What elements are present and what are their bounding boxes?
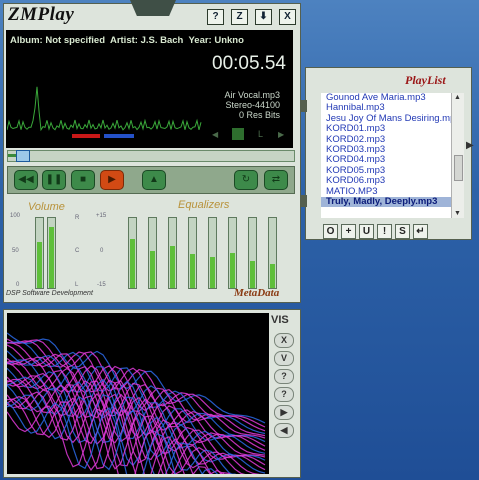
window-notch <box>130 0 176 16</box>
dock-connector <box>301 100 307 112</box>
eq-scale-mid: 0 <box>100 248 103 254</box>
volume-ch-c: C <box>75 248 79 254</box>
info-button[interactable]: ! <box>377 224 392 239</box>
scroll-down-icon[interactable]: ▼ <box>454 210 461 217</box>
eq-band-slider[interactable] <box>208 217 217 289</box>
eq-band-slider[interactable] <box>128 217 137 289</box>
rewind-icon[interactable]: ◀◀ <box>14 170 38 190</box>
repeat-icon[interactable]: ↻ <box>234 170 258 190</box>
right-level-meter <box>104 134 134 138</box>
vis-help2-button[interactable]: ? <box>274 387 294 402</box>
playlist-item[interactable]: KORD01.mp3 <box>321 124 451 134</box>
zoom-button[interactable]: Z <box>231 9 248 25</box>
eq-band-slider[interactable] <box>148 217 157 289</box>
vis-label: VIS <box>271 314 289 326</box>
eq-band-slider[interactable] <box>248 217 257 289</box>
eq-scale-top: +15 <box>96 213 106 219</box>
playlist-list[interactable]: Gounod Ave Maria.mp3 Hannibal.mp3 Jesu Joy… <box>321 93 451 218</box>
prev-arrow-icon: ◀ <box>212 130 218 139</box>
brand-logo: MetaData <box>234 287 279 299</box>
volume-scale-bottom: 0 <box>16 282 19 288</box>
scroll-thumb[interactable] <box>454 155 463 181</box>
dock-connector <box>301 195 307 207</box>
update-button[interactable]: U <box>359 224 374 239</box>
playlist-title: PlayList <box>405 73 446 88</box>
volume-scale-top: 100 <box>10 213 20 219</box>
seek-thumb[interactable] <box>16 150 30 162</box>
waveform-display <box>7 58 202 133</box>
volume-label: Volume <box>28 201 65 213</box>
next-arrow-icon: ▶ <box>278 130 284 139</box>
left-level-meter <box>72 134 100 138</box>
scroll-up-icon[interactable]: ▲ <box>454 94 461 101</box>
eq-band-slider[interactable] <box>228 217 237 289</box>
year-value: Unkno <box>214 35 244 46</box>
equalizer-label: Equalizers <box>178 199 229 211</box>
add-button[interactable]: + <box>341 224 356 239</box>
help-button[interactable]: ? <box>207 9 224 25</box>
minimize-button[interactable]: ⬇ <box>255 9 272 25</box>
open-button[interactable]: O <box>323 224 338 239</box>
visualization-canvas <box>7 313 269 474</box>
eq-band-slider[interactable] <box>268 217 277 289</box>
time-display: 00:05.54 <box>212 53 286 75</box>
stop-icon[interactable]: ■ <box>71 170 95 190</box>
eq-band-slider[interactable] <box>168 217 177 289</box>
shuffle-icon[interactable]: ⇄ <box>264 170 288 190</box>
close-button[interactable]: X <box>279 9 296 25</box>
volume-ch-r: R <box>75 215 79 221</box>
pause-icon[interactable]: ❚❚ <box>42 170 66 190</box>
bit-resolution: 0 Res Bits <box>190 110 280 120</box>
artist-value: J.S. Bach <box>141 35 184 46</box>
track-info: Album: Not specified Artist: J.S. Bach Y… <box>10 35 244 46</box>
album-value: Not specified <box>45 35 105 46</box>
mini-spectrum <box>232 128 244 140</box>
eject-icon[interactable]: ▲ <box>142 170 166 190</box>
play-icon[interactable]: ▶ <box>100 170 124 190</box>
seek-bar[interactable] <box>7 150 295 162</box>
vis-next-button[interactable]: ▶ <box>274 405 294 420</box>
volume-slider-right[interactable] <box>47 217 56 289</box>
eq-scale-bottom: -15 <box>97 282 106 288</box>
enter-button[interactable]: ↵ <box>413 224 428 239</box>
vis-prev-button[interactable]: ◀ <box>274 423 294 438</box>
volume-scale-mid: 50 <box>12 248 19 254</box>
vis-view-button[interactable]: V <box>274 351 294 366</box>
eq-band-slider[interactable] <box>188 217 197 289</box>
company-label: DSP Software Development <box>6 290 93 297</box>
playlist-item[interactable]: KORD06.mp3 <box>321 176 451 186</box>
vis-close-button[interactable]: X <box>274 333 294 348</box>
app-title: ZMPlay <box>8 4 74 26</box>
audio-format: Stereo-44100 <box>190 100 280 110</box>
vis-help-button[interactable]: ? <box>274 369 294 384</box>
playlist-item[interactable]: Truly, Madly, Deeply.mp3 <box>321 197 451 207</box>
volume-ch-l: L <box>75 282 78 288</box>
save-button[interactable]: S <box>395 224 410 239</box>
collapse-arrow-icon[interactable]: ▶ <box>466 140 474 151</box>
file-name: Air Vocal.mp3 <box>190 90 280 100</box>
playlist-scrollbar[interactable]: ▲ ▼ <box>451 93 464 218</box>
volume-slider-left[interactable] <box>35 217 44 289</box>
channel-label: L <box>258 129 263 139</box>
